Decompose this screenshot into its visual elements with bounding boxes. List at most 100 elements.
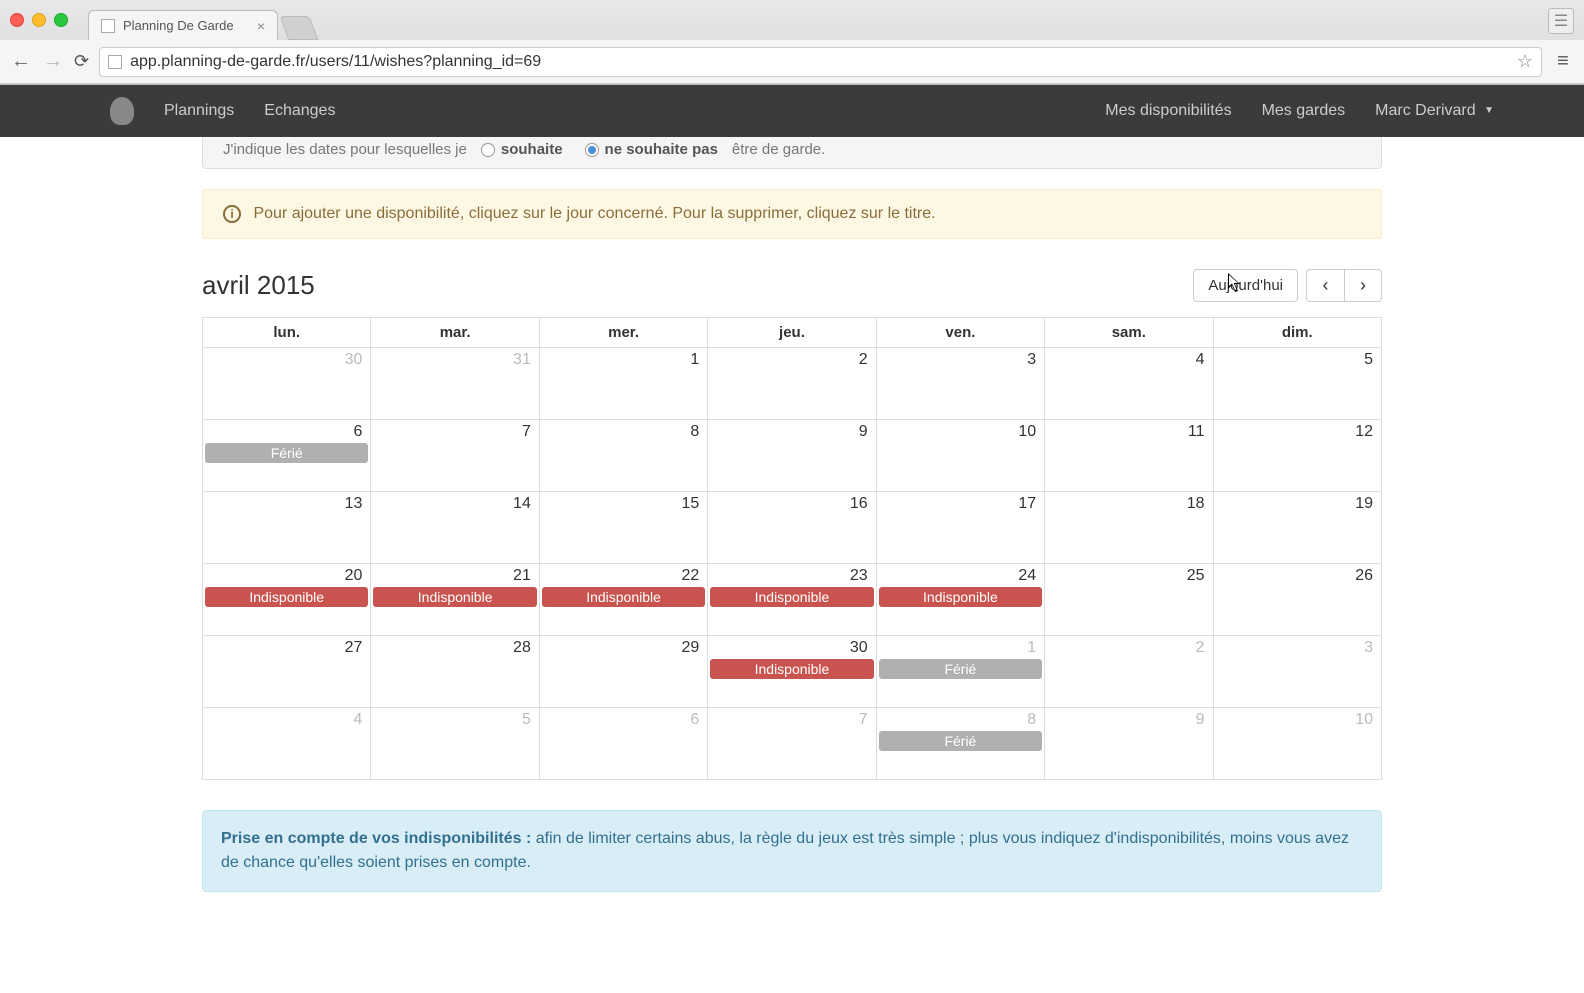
page-content[interactable]: J'indique les dates pour lesquelles je s… bbox=[0, 137, 1584, 993]
calendar-day-cell[interactable]: 18 bbox=[1045, 492, 1213, 564]
calendar-day-cell[interactable]: 17 bbox=[876, 492, 1044, 564]
calendar-day-cell[interactable]: 22Indisponible bbox=[539, 564, 707, 636]
calendar-day-cell[interactable]: 23Indisponible bbox=[708, 564, 876, 636]
day-number: 30 bbox=[203, 348, 370, 369]
radio-souhaite[interactable]: souhaite bbox=[481, 141, 563, 158]
day-number: 31 bbox=[371, 348, 538, 369]
day-number: 30 bbox=[708, 636, 875, 657]
close-tab-button[interactable]: × bbox=[257, 19, 265, 33]
nav-plannings[interactable]: Plannings bbox=[164, 102, 234, 120]
next-month-button[interactable]: › bbox=[1344, 269, 1382, 302]
calendar-day-cell[interactable]: 16 bbox=[708, 492, 876, 564]
calendar-day-cell[interactable]: 27 bbox=[203, 636, 371, 708]
calendar-day-cell[interactable]: 14 bbox=[371, 492, 539, 564]
calendar-toolbar: Aujourd'hui ‹ › bbox=[1193, 269, 1382, 302]
calendar-day-cell[interactable]: 5 bbox=[371, 708, 539, 780]
event-indisponible[interactable]: Indisponible bbox=[373, 587, 536, 607]
nav-mes-gardes[interactable]: Mes gardes bbox=[1262, 102, 1346, 120]
site-info-icon[interactable] bbox=[108, 55, 122, 69]
new-tab-button[interactable] bbox=[280, 16, 319, 40]
event-ferie[interactable]: Férié bbox=[205, 443, 368, 463]
close-window-button[interactable] bbox=[10, 13, 24, 27]
day-number: 19 bbox=[1214, 492, 1381, 513]
calendar-day-cell[interactable]: 3 bbox=[876, 348, 1044, 420]
bookmark-star-icon[interactable]: ☆ bbox=[1517, 51, 1533, 72]
day-number: 5 bbox=[371, 708, 538, 729]
day-number: 11 bbox=[1045, 420, 1212, 441]
radio-ne-souhaite-pas[interactable]: ne souhaite pas bbox=[585, 141, 718, 158]
calendar-header: avril 2015 Aujourd'hui ‹ › bbox=[202, 269, 1382, 302]
calendar-day-cell[interactable]: 6Férié bbox=[203, 420, 371, 492]
day-number: 8 bbox=[877, 708, 1044, 729]
calendar-day-cell[interactable]: 11 bbox=[1045, 420, 1213, 492]
event-ferie[interactable]: Férié bbox=[879, 659, 1042, 679]
menu-button[interactable]: ≡ bbox=[1552, 50, 1574, 73]
calendar-day-cell[interactable]: 1Férié bbox=[876, 636, 1044, 708]
calendar-day-cell[interactable]: 5 bbox=[1213, 348, 1381, 420]
event-indisponible[interactable]: Indisponible bbox=[205, 587, 368, 607]
calendar-day-cell[interactable]: 7 bbox=[371, 420, 539, 492]
brand-icon[interactable] bbox=[110, 97, 134, 125]
event-indisponible[interactable]: Indisponible bbox=[710, 659, 873, 679]
forward-button[interactable]: → bbox=[42, 50, 64, 73]
minimize-window-button[interactable] bbox=[32, 13, 46, 27]
calendar-day-cell[interactable]: 4 bbox=[203, 708, 371, 780]
calendar-day-cell[interactable]: 26 bbox=[1213, 564, 1381, 636]
prev-month-button[interactable]: ‹ bbox=[1306, 269, 1344, 302]
calendar-title: avril 2015 bbox=[202, 270, 315, 301]
calendar-day-cell[interactable]: 25 bbox=[1045, 564, 1213, 636]
profile-button[interactable]: ☰ bbox=[1548, 8, 1574, 34]
calendar-day-cell[interactable]: 6 bbox=[539, 708, 707, 780]
calendar-day-cell[interactable]: 4 bbox=[1045, 348, 1213, 420]
chevron-down-icon: ▼ bbox=[1484, 105, 1494, 116]
back-button[interactable]: ← bbox=[10, 50, 32, 73]
mode-suffix: être de garde. bbox=[732, 141, 825, 158]
day-number: 25 bbox=[1045, 564, 1212, 585]
day-number: 10 bbox=[877, 420, 1044, 441]
calendar-day-cell[interactable]: 15 bbox=[539, 492, 707, 564]
event-indisponible[interactable]: Indisponible bbox=[710, 587, 873, 607]
calendar-day-cell[interactable]: 30Indisponible bbox=[708, 636, 876, 708]
calendar-day-cell[interactable]: 8 bbox=[539, 420, 707, 492]
calendar-day-cell[interactable]: 10 bbox=[1213, 708, 1381, 780]
calendar-day-cell[interactable]: 2 bbox=[708, 348, 876, 420]
day-number: 2 bbox=[1045, 636, 1212, 657]
calendar-day-cell[interactable]: 9 bbox=[708, 420, 876, 492]
calendar-day-cell[interactable]: 1 bbox=[539, 348, 707, 420]
calendar-day-cell[interactable]: 21Indisponible bbox=[371, 564, 539, 636]
calendar-day-cell[interactable]: 30 bbox=[203, 348, 371, 420]
day-number: 3 bbox=[1214, 636, 1381, 657]
event-indisponible[interactable]: Indisponible bbox=[542, 587, 705, 607]
calendar-day-cell[interactable]: 28 bbox=[371, 636, 539, 708]
address-bar[interactable]: app.planning-de-garde.fr/users/11/wishes… bbox=[99, 47, 1542, 77]
nav-mes-disponibilites[interactable]: Mes disponibilités bbox=[1105, 102, 1231, 120]
calendar-day-cell[interactable]: 7 bbox=[708, 708, 876, 780]
calendar-day-cell[interactable]: 31 bbox=[371, 348, 539, 420]
event-indisponible[interactable]: Indisponible bbox=[879, 587, 1042, 607]
calendar-day-cell[interactable]: 3 bbox=[1213, 636, 1381, 708]
calendar-day-cell[interactable]: 13 bbox=[203, 492, 371, 564]
calendar-day-cell[interactable]: 2 bbox=[1045, 636, 1213, 708]
reload-button[interactable]: ⟳ bbox=[74, 51, 89, 72]
calendar-grid: lun.mar.mer.jeu.ven.sam.dim. 3031123456F… bbox=[202, 317, 1382, 780]
day-number: 3 bbox=[877, 348, 1044, 369]
browser-tab[interactable]: Planning De Garde × bbox=[88, 10, 278, 40]
calendar-day-cell[interactable]: 8Férié bbox=[876, 708, 1044, 780]
calendar-day-cell[interactable]: 9 bbox=[1045, 708, 1213, 780]
day-number: 22 bbox=[540, 564, 707, 585]
nav-user-dropdown[interactable]: Marc Derivard ▼ bbox=[1375, 102, 1494, 120]
calendar-day-cell[interactable]: 19 bbox=[1213, 492, 1381, 564]
nav-echanges[interactable]: Echanges bbox=[264, 102, 335, 120]
calendar-day-cell[interactable]: 10 bbox=[876, 420, 1044, 492]
day-number: 29 bbox=[540, 636, 707, 657]
radio-icon bbox=[481, 143, 495, 157]
maximize-window-button[interactable] bbox=[54, 13, 68, 27]
today-button[interactable]: Aujourd'hui bbox=[1193, 269, 1298, 302]
help-alert: i Pour ajouter une disponibilité, clique… bbox=[202, 189, 1382, 239]
tab-strip: Planning De Garde × bbox=[88, 0, 314, 40]
calendar-day-cell[interactable]: 20Indisponible bbox=[203, 564, 371, 636]
calendar-day-cell[interactable]: 12 bbox=[1213, 420, 1381, 492]
event-ferie[interactable]: Férié bbox=[879, 731, 1042, 751]
calendar-day-cell[interactable]: 29 bbox=[539, 636, 707, 708]
calendar-day-cell[interactable]: 24Indisponible bbox=[876, 564, 1044, 636]
